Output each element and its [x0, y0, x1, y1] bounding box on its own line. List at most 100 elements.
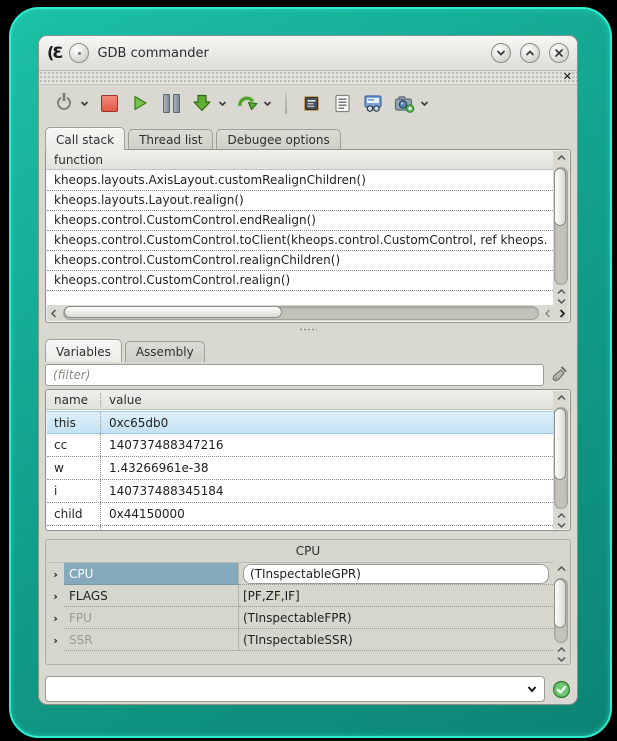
tab-variables[interactable]: Variables: [45, 339, 122, 362]
cpu-row[interactable]: › CPU (TInspectableGPR): [47, 563, 553, 585]
variables-vscrollbar[interactable]: [553, 391, 569, 529]
scroll-up-icon[interactable]: [554, 645, 568, 654]
cpu-value-field[interactable]: (TInspectableGPR): [243, 564, 549, 584]
scroll-left-icon[interactable]: [47, 306, 61, 320]
filter-input[interactable]: [45, 364, 544, 386]
call-stack-panel: function kheops.layouts.AxisLayout.custo…: [45, 149, 571, 323]
run-icon: [131, 94, 149, 112]
variable-name: w: [47, 457, 101, 479]
dock-close-button[interactable]: ✕: [563, 70, 572, 83]
cpu-view-button[interactable]: [300, 92, 322, 114]
clear-filter-button[interactable]: [549, 364, 571, 386]
scroll-up-icon[interactable]: [554, 511, 568, 520]
call-stack-row[interactable]: kheops.control.CustomControl.realign(): [47, 271, 553, 291]
variable-row[interactable]: this 0xc65db0: [47, 411, 553, 434]
power-dropdown[interactable]: [80, 99, 89, 108]
scroll-thumb[interactable]: [64, 306, 282, 318]
window-buttons: [491, 43, 569, 63]
tab-call-stack[interactable]: Call stack: [45, 127, 125, 150]
expand-arrow-icon[interactable]: ›: [47, 607, 64, 629]
call-stack-row[interactable]: kheops.layouts.AxisLayout.customRealignC…: [47, 171, 553, 191]
variables-header[interactable]: name value: [46, 390, 570, 410]
toolbar-separator: [285, 92, 287, 114]
add-watchpoint-dropdown[interactable]: [420, 99, 429, 108]
variable-row[interactable]: i 140737488345184: [47, 480, 553, 503]
cpu-view-icon: [302, 94, 321, 113]
expand-arrow-icon[interactable]: ›: [47, 629, 64, 651]
variable-value: 140737488345184: [101, 484, 553, 498]
step-over-button[interactable]: [236, 92, 258, 114]
step-into-dropdown[interactable]: [218, 99, 227, 108]
variable-value: 0x44150000: [101, 507, 553, 521]
tab-debugee-options[interactable]: Debugee options: [216, 129, 340, 150]
cpu-row-value: (TInspectableGPR): [239, 563, 553, 585]
scroll-down-icon[interactable]: [554, 654, 568, 663]
power-button[interactable]: [53, 92, 75, 114]
watch-variables-button[interactable]: [362, 92, 384, 114]
cpu-vscrollbar[interactable]: [553, 562, 569, 663]
close-button[interactable]: [549, 43, 569, 63]
chevron-down-icon: [80, 99, 89, 108]
variable-row[interactable]: cc 140737488347216: [47, 434, 553, 457]
call-stack-hscrollbar[interactable]: [47, 305, 569, 321]
add-watchpoint-button[interactable]: [393, 92, 415, 114]
pause-button[interactable]: [160, 92, 182, 114]
cpu-row[interactable]: › FLAGS [PF,ZF,IF]: [47, 585, 553, 607]
variable-row[interactable]: w 1.43266961e-38: [47, 457, 553, 480]
gdb-command-combobox[interactable]: [45, 676, 545, 702]
variable-value: 140737488347216: [101, 438, 553, 452]
scroll-thumb[interactable]: [554, 168, 566, 226]
tab-assembly[interactable]: Assembly: [125, 341, 205, 362]
send-command-button[interactable]: [552, 680, 571, 699]
variables-list: this 0xc65db0 cc 140737488347216 w 1.432…: [47, 411, 553, 530]
expand-arrow-icon[interactable]: ›: [47, 585, 64, 607]
column-value[interactable]: value: [101, 393, 142, 407]
variable-row[interactable]: child 0x44150000: [47, 503, 553, 526]
output-log-button[interactable]: [331, 92, 353, 114]
maximize-button[interactable]: [520, 43, 540, 63]
cpu-row-value: (TInspectableSSR): [239, 629, 553, 651]
scroll-up-icon[interactable]: [554, 391, 568, 405]
variable-row[interactable]: h 1.43266961e-38: [47, 526, 553, 531]
stop-icon: [101, 95, 118, 112]
column-name[interactable]: name: [46, 393, 101, 407]
splitter-grip-icon: [299, 328, 317, 331]
scroll-down-icon[interactable]: [554, 520, 568, 529]
call-stack-vscrollbar[interactable]: [553, 151, 569, 305]
scroll-left-icon[interactable]: [541, 306, 555, 320]
step-into-button[interactable]: [191, 92, 213, 114]
run-button[interactable]: [129, 92, 151, 114]
shade-button[interactable]: [491, 43, 511, 63]
watch-icon: [363, 94, 383, 113]
cpu-row[interactable]: › SSR (TInspectableSSR): [47, 629, 553, 651]
top-tabs: Call stack Thread list Debugee options: [39, 123, 577, 149]
dock-grip[interactable]: ✕: [39, 71, 577, 85]
scroll-down-icon[interactable]: [554, 296, 568, 305]
call-stack-row[interactable]: kheops.layouts.Layout.realign(): [47, 191, 553, 211]
tab-thread-list[interactable]: Thread list: [128, 129, 213, 150]
filter-row: [39, 361, 577, 389]
app-icon: (Ɛ: [47, 45, 61, 61]
call-stack-header[interactable]: function: [46, 150, 570, 170]
titlebar[interactable]: (Ɛ GDB commander: [39, 36, 577, 71]
ok-check-icon: [552, 680, 571, 699]
call-stack-row[interactable]: kheops.control.CustomControl.endRealign(…: [47, 211, 553, 231]
expand-arrow-icon[interactable]: ›: [47, 563, 64, 585]
call-stack-list: kheops.layouts.AxisLayout.customRealignC…: [47, 171, 553, 305]
scroll-up-icon[interactable]: [554, 287, 568, 296]
call-stack-row[interactable]: kheops.control.CustomControl.realignChil…: [47, 251, 553, 271]
stop-button[interactable]: [98, 92, 120, 114]
panel-splitter[interactable]: [39, 323, 577, 335]
scroll-thumb[interactable]: [554, 579, 566, 628]
variable-name: cc: [47, 434, 101, 456]
gdb-commander-window: (Ɛ GDB commander ✕: [38, 35, 578, 705]
call-stack-row[interactable]: kheops.control.CustomControl.toClient(kh…: [47, 231, 553, 251]
cpu-row-name: SSR: [64, 629, 239, 651]
scroll-right-icon[interactable]: [555, 306, 569, 320]
step-over-dropdown[interactable]: [263, 99, 272, 108]
scroll-up-icon[interactable]: [554, 562, 568, 576]
scroll-thumb[interactable]: [554, 408, 566, 480]
window-menu-button[interactable]: [69, 43, 89, 63]
scroll-up-icon[interactable]: [554, 151, 568, 165]
cpu-row[interactable]: › FPU (TInspectableFPR): [47, 607, 553, 629]
